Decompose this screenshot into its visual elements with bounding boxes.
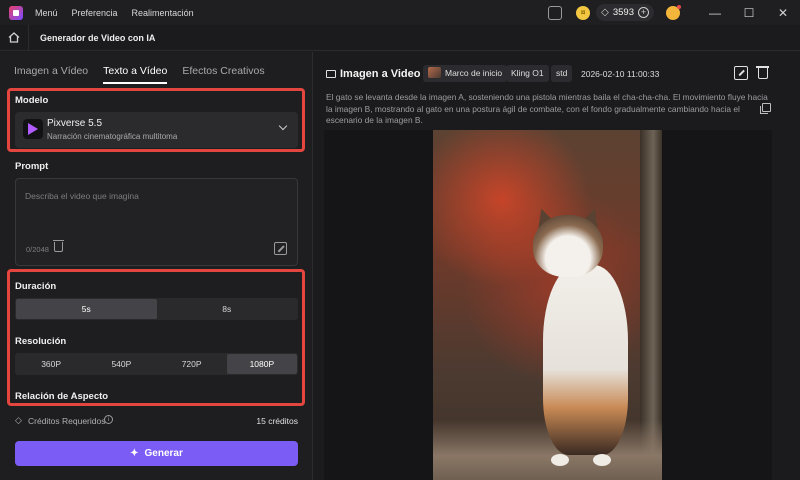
menu-item-feedback[interactable]: Realimentación [132, 8, 194, 18]
tab-text-to-video[interactable]: Texto a Vídeo [103, 65, 168, 84]
start-frame-thumbnail [428, 67, 441, 78]
chip-start-frame: Marco de inicio [423, 65, 508, 82]
cat-paw-left [551, 454, 569, 466]
avatar[interactable] [666, 4, 681, 20]
coin-icon[interactable]: ¤ [576, 5, 591, 20]
resolution-selector: 360P 540P 720P 1080P [15, 353, 298, 375]
right-panel: Imagen a Video Marco de inicio Kling O1 … [314, 52, 800, 480]
prompt-placeholder: Describa el video que imagina [25, 191, 139, 201]
prompt-input[interactable]: Describa el video que imagina 0/2048 [15, 178, 298, 266]
credits-required-value: 15 créditos [256, 416, 298, 426]
credits-count: 3593 [612, 7, 634, 18]
copy-icon[interactable] [760, 103, 771, 114]
resolution-option-1080p[interactable]: 1080P [226, 354, 297, 374]
magic-wand-icon[interactable] [274, 242, 287, 255]
duration-option-8s[interactable]: 8s [157, 299, 298, 319]
sparkle-icon: ✦ [130, 448, 139, 459]
image-icon [326, 70, 336, 78]
tab-creative-effects[interactable]: Efectos Creativos [182, 65, 264, 84]
video-preview[interactable] [324, 130, 772, 480]
resolution-option-540p[interactable]: 540P [86, 354, 156, 374]
pixverse-logo-icon [23, 119, 43, 139]
screen-icon[interactable] [548, 5, 563, 20]
tab-image-to-video[interactable]: Imagen a Vídeo [14, 65, 88, 84]
duration-selector: 5s 8s [15, 298, 298, 320]
chip-quality: std [551, 65, 573, 82]
app-logo-icon [9, 5, 23, 20]
aspect-ratio-label: Relación de Aspecto [15, 391, 109, 402]
add-credits-icon[interactable]: + [638, 7, 649, 18]
trash-icon[interactable] [756, 66, 769, 79]
result-timestamp: 2026-02-10 11:00:33 [581, 69, 660, 79]
chip-model: Kling O1 [506, 65, 549, 82]
credits-required-label: Créditos Requeridos [28, 416, 106, 426]
result-description: El gato se levanta desde la imagen A, so… [326, 92, 768, 125]
nav-bar: Generador de Video con IA [0, 24, 800, 51]
cat-body [543, 265, 628, 455]
page-title: Generador de Video con IA [40, 32, 156, 43]
duration-label: Duración [15, 281, 57, 292]
left-panel: Imagen a Vídeo Texto a Vídeo Efectos Cre… [0, 52, 313, 480]
resolution-label: Resolución [15, 336, 67, 347]
mode-tabs: Imagen a Vídeo Texto a Vídeo Efectos Cre… [14, 65, 280, 84]
credits-required-row: ◇ Créditos Requeridos i 15 créditos [15, 414, 298, 428]
edit-icon[interactable] [734, 66, 748, 80]
cat-head [533, 215, 603, 277]
minimize-button[interactable]: — [698, 6, 732, 20]
diamond-icon: ◇ [15, 415, 22, 425]
maximize-button[interactable]: ☐ [732, 6, 766, 20]
title-bar: Menú Preferencia Realimentación ¤ ◇ 3593… [0, 0, 800, 25]
diamond-icon: ◇ [601, 7, 609, 18]
clear-prompt-icon[interactable] [53, 240, 64, 252]
prompt-label: Prompt [15, 161, 49, 172]
duration-option-5s[interactable]: 5s [16, 299, 157, 319]
generate-button[interactable]: ✦ Generar [15, 441, 298, 466]
credits-pill[interactable]: ◇ 3593 + [596, 4, 654, 21]
result-title: Imagen a Video [340, 68, 421, 80]
close-button[interactable]: ✕ [766, 6, 800, 20]
generate-label: Generar [144, 448, 183, 459]
model-label: Modelo [15, 95, 49, 106]
model-name: Pixverse 5.5 [47, 118, 103, 129]
cat-photo [433, 130, 662, 480]
resolution-option-360p[interactable]: 360P [16, 354, 86, 374]
home-icon [8, 32, 20, 43]
prompt-char-count: 0/2048 [26, 245, 49, 254]
menu-item-preferences[interactable]: Preferencia [72, 8, 118, 18]
resolution-option-720p[interactable]: 720P [157, 354, 227, 374]
model-select[interactable]: Pixverse 5.5 Narración cinematográfica m… [15, 112, 298, 148]
chevron-down-icon [278, 121, 288, 131]
info-icon[interactable]: i [104, 415, 113, 424]
menu-item-menu[interactable]: Menú [35, 8, 58, 18]
cat-paw-right [593, 454, 611, 466]
home-button[interactable] [0, 24, 29, 51]
model-description: Narración cinematográfica multitoma [47, 132, 178, 141]
